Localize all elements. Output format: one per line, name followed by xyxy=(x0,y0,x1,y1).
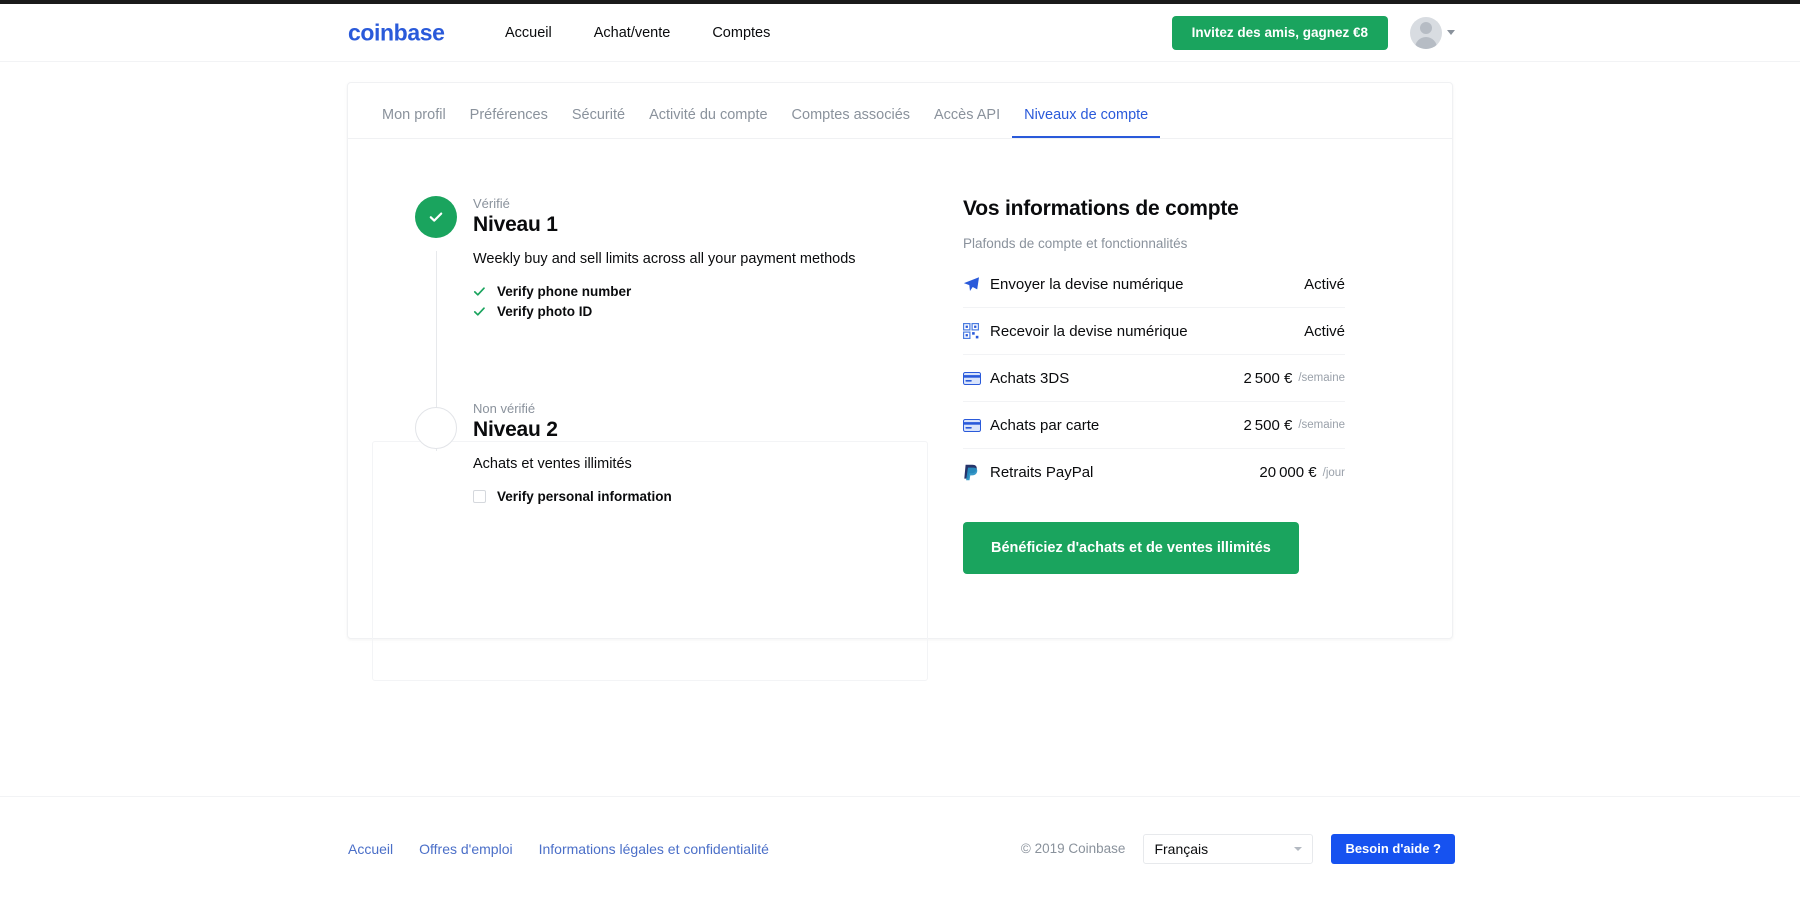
credit-card-icon xyxy=(963,371,987,385)
chevron-down-icon xyxy=(1294,846,1303,851)
account-info-subtitle: Plafonds de compte et fonctionnalités xyxy=(963,236,1188,251)
settings-tabs: Mon profil Préférences Sécurité Activité… xyxy=(348,83,1452,139)
site-header: coinbase Accueil Achat/vente Comptes Inv… xyxy=(0,4,1800,62)
level-1-block: Vérifié Niveau 1 Weekly buy and sell lim… xyxy=(348,139,963,324)
chevron-down-icon xyxy=(1447,30,1455,35)
limit-value: 2 500 € xyxy=(1243,369,1293,387)
limit-value: Activé xyxy=(1304,275,1345,293)
level-2-title: Niveau 2 xyxy=(473,418,558,441)
checkbox-icon[interactable] xyxy=(473,490,486,503)
tab-activite-du-compte[interactable]: Activité du compte xyxy=(637,107,779,138)
tab-comptes-associes[interactable]: Comptes associés xyxy=(780,107,922,138)
account-info-column: Vos informations de compte Plafonds de c… xyxy=(963,139,1452,637)
level-2-content: Non vérifié Niveau 2 Achats et ventes il… xyxy=(417,401,672,509)
limit-value: 2 500 € xyxy=(1243,416,1293,434)
site-footer: Accueil Offres d'emploi Informations lég… xyxy=(0,796,1800,900)
limit-unit: /jour xyxy=(1322,466,1345,479)
tab-securite[interactable]: Sécurité xyxy=(560,107,637,138)
level-2-requirements: Verify personal information xyxy=(473,489,672,504)
language-select[interactable]: Français xyxy=(1143,833,1314,864)
help-button[interactable]: Besoin d'aide ? xyxy=(1331,833,1455,864)
level-2-status-label: Non vérifié xyxy=(473,401,536,416)
main-navigation: Accueil Achat/vente Comptes xyxy=(505,25,770,41)
card-body: Vérifié Niveau 1 Weekly buy and sell lim… xyxy=(348,139,1452,681)
level-1-requirements: Verify phone number Verify photo ID xyxy=(473,284,856,319)
requirement-item: Verify personal information xyxy=(473,489,672,504)
limit-label: Recevoir la devise numérique xyxy=(990,322,1188,340)
limit-row-paypal-withdrawals: Retraits PayPal 20 000 € /jour xyxy=(963,449,1345,496)
tab-mon-profil[interactable]: Mon profil xyxy=(370,107,458,138)
tab-niveaux-de-compte[interactable]: Niveaux de compte xyxy=(1012,107,1161,138)
nav-link-achat-vente[interactable]: Achat/vente xyxy=(594,25,671,41)
limit-label: Achats 3DS xyxy=(990,369,1070,387)
level-1-status-label: Vérifié xyxy=(473,196,510,211)
nav-link-comptes[interactable]: Comptes xyxy=(712,25,770,41)
requirement-label: Verify photo ID xyxy=(497,304,593,319)
requirement-label: Verify phone number xyxy=(497,284,632,299)
account-info-title: Vos informations de compte xyxy=(963,197,1239,220)
limit-value: 20 000 € xyxy=(1259,464,1317,481)
level-1-title: Niveau 1 xyxy=(473,213,558,236)
limit-label: Retraits PayPal xyxy=(990,464,1094,481)
settings-card: Mon profil Préférences Sécurité Activité… xyxy=(347,82,1453,681)
check-icon xyxy=(473,285,486,298)
user-avatar-icon xyxy=(1410,16,1442,49)
limit-row-receive-digital-currency: Recevoir la devise numérique Activé xyxy=(963,308,1345,355)
limit-value: Activé xyxy=(1304,322,1345,340)
footer-link-accueil[interactable]: Accueil xyxy=(348,841,393,857)
level-1-description: Weekly buy and sell limits across all yo… xyxy=(473,251,856,267)
copyright-text: © 2019 Coinbase xyxy=(1020,841,1126,856)
requirement-item: Verify photo ID xyxy=(473,304,856,319)
level-2-block: Non vérifié Niveau 2 Achats et ventes il… xyxy=(348,401,963,509)
qr-code-icon xyxy=(963,323,987,339)
page-root: coinbase Accueil Achat/vente Comptes Inv… xyxy=(0,4,1800,900)
send-plane-icon xyxy=(963,276,987,293)
account-levels-column: Vérifié Niveau 1 Weekly buy and sell lim… xyxy=(348,139,963,681)
language-select-value: Français xyxy=(1154,840,1209,857)
footer-right-controls: © 2019 Coinbase Français Besoin d'aide ? xyxy=(1020,833,1455,864)
limit-label: Envoyer la devise numérique xyxy=(990,275,1184,293)
paypal-icon xyxy=(963,464,987,481)
coinbase-logo[interactable]: coinbase xyxy=(348,19,445,46)
limit-row-send-digital-currency: Envoyer la devise numérique Activé xyxy=(963,261,1345,308)
tab-acces-api[interactable]: Accès API xyxy=(922,107,1012,138)
check-icon xyxy=(473,305,486,318)
requirement-item: Verify phone number xyxy=(473,284,856,299)
requirement-label: Verify personal information xyxy=(497,489,672,504)
nav-link-accueil[interactable]: Accueil xyxy=(505,25,552,41)
limit-label: Achats par carte xyxy=(990,416,1100,434)
limit-unit: /semaine xyxy=(1298,419,1345,431)
limit-row-3ds-purchases: Achats 3DS 2 500 € /semaine xyxy=(963,355,1345,402)
invite-friends-button[interactable]: Invitez des amis, gagnez €8 xyxy=(1171,15,1388,50)
tab-preferences[interactable]: Préférences xyxy=(458,107,560,138)
header-actions: Invitez des amis, gagnez €8 xyxy=(1171,15,1455,50)
level-1-content: Vérifié Niveau 1 Weekly buy and sell lim… xyxy=(417,196,856,324)
footer-links: Accueil Offres d'emploi Informations lég… xyxy=(348,841,769,857)
footer-link-informations-legales[interactable]: Informations légales et confidentialité xyxy=(539,841,769,857)
footer-link-offres-emploi[interactable]: Offres d'emploi xyxy=(419,841,512,857)
limit-row-card-purchases: Achats par carte 2 500 € /semaine xyxy=(963,402,1345,449)
credit-card-icon xyxy=(963,418,987,432)
account-menu-trigger[interactable] xyxy=(1410,16,1455,49)
upgrade-unlimited-button[interactable]: Bénéficiez d'achats et de ventes illimit… xyxy=(963,522,1299,574)
limit-unit: /semaine xyxy=(1298,372,1345,384)
level-2-description: Achats et ventes illimités xyxy=(473,456,632,472)
account-limits-list: Envoyer la devise numérique Activé Recev… xyxy=(963,261,1345,496)
